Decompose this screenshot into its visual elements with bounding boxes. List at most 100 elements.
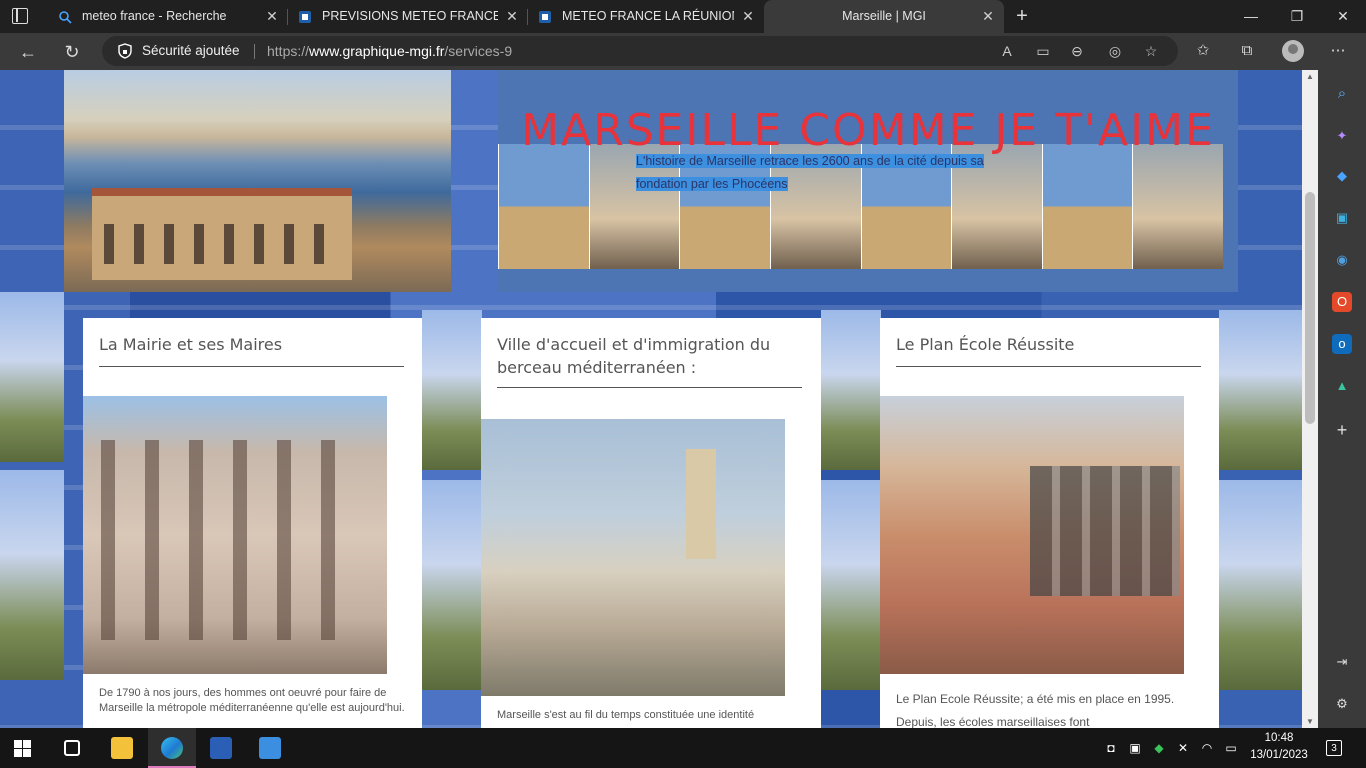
title-divider	[99, 366, 404, 367]
site-title: MARSEILLE COMME JE T'AIME	[521, 105, 1215, 157]
background-tile	[422, 480, 482, 690]
search-icon	[59, 11, 72, 24]
title-divider	[896, 366, 1201, 367]
mosaic-photo	[1132, 144, 1223, 269]
split-screen-icon[interactable]: ⇥	[1332, 652, 1352, 672]
collections-icon[interactable]: ⧉	[1236, 40, 1258, 62]
edge-sidebar: ⌕ ✦ ◆ ▣ ◉ O o ▲ + ⇥ ⚙	[1318, 70, 1366, 728]
back-button[interactable]: ←	[14, 39, 42, 65]
new-tab-button[interactable]: +	[1010, 4, 1034, 28]
card-plan-ecole: Le Plan École Réussite Le Plan Ecole Réu…	[880, 318, 1219, 728]
card-mairie: La Mairie et ses Maires De 1790 à nos jo…	[83, 318, 422, 728]
tab-previsions[interactable]: PREVISIONS METEO FRANCE - Si ✕	[288, 0, 528, 33]
device-icon[interactable]: ▣	[1127, 740, 1143, 756]
tab-meteo-search[interactable]: meteo france - Recherche ✕	[48, 0, 288, 33]
start-icon[interactable]	[14, 740, 31, 757]
mail-button[interactable]	[246, 728, 294, 768]
favorites-icon[interactable]: ✩	[1192, 40, 1214, 62]
tab-meteo-reunion[interactable]: METEO FRANCE LA RÉUNION pa ✕	[528, 0, 764, 33]
tab-marseille-mgi[interactable]: Marseille | MGI ✕	[764, 0, 1004, 33]
file-explorer-button[interactable]	[98, 728, 146, 768]
zoom-out-icon[interactable]: ⊖	[1068, 42, 1086, 60]
url-domain: www.graphique-mgi.fr	[309, 43, 445, 59]
mosaic-photo	[1041, 144, 1133, 269]
mail-icon	[259, 737, 281, 759]
shopping-tag-icon[interactable]: ◆	[1332, 166, 1352, 186]
photo-ecole-reussite[interactable]	[880, 396, 1184, 674]
background-tile	[1219, 480, 1302, 690]
tab-close-icon[interactable]: ✕	[264, 0, 280, 33]
page-scrollbar[interactable]: ▲ ▼	[1302, 70, 1318, 728]
title-divider	[497, 387, 802, 388]
security-label[interactable]: Sécurité ajoutée	[142, 36, 240, 66]
edge-icon	[161, 737, 183, 759]
mosaic-photo	[498, 144, 589, 269]
outlook-icon[interactable]: o	[1332, 334, 1352, 354]
tab-close-icon[interactable]: ✕	[504, 0, 520, 33]
add-icon[interactable]: +	[1332, 420, 1352, 440]
notification-center-icon[interactable]: 3	[1326, 740, 1342, 756]
drop-icon[interactable]: ▲	[1332, 376, 1352, 396]
background-tile	[1219, 310, 1302, 470]
card-title: Ville d'accueil et d'immigration du berc…	[497, 335, 771, 377]
background-tile	[0, 470, 64, 680]
card-title: Le Plan École Réussite	[896, 335, 1075, 354]
close-window-button[interactable]: ✕	[1320, 0, 1366, 33]
wifi-icon[interactable]: ◠	[1199, 740, 1215, 756]
site-subtitle: L'histoire de Marseille retrace les 2600…	[636, 150, 1008, 196]
address-separator	[254, 44, 255, 59]
profile-avatar[interactable]	[1282, 40, 1304, 62]
web-page: MARSEILLE COMME JE T'AIME L'histoire de …	[0, 70, 1302, 728]
card-text: Le Plan Ecole Réussite; a été mis en pla…	[896, 692, 1175, 728]
address-bar[interactable]: Sécurité ajoutée https://www.graphique-m…	[102, 36, 1178, 66]
tools-icon[interactable]: ▣	[1332, 208, 1352, 228]
background-tile	[0, 292, 64, 462]
tab-close-icon[interactable]: ✕	[980, 0, 996, 33]
card-title: La Mairie et ses Maires	[99, 335, 283, 354]
games-icon[interactable]: ◉	[1332, 250, 1352, 270]
refresh-button[interactable]: ↻	[58, 39, 86, 65]
office-icon[interactable]: O	[1332, 292, 1352, 312]
security-shield-icon[interactable]: ◆	[1151, 740, 1167, 756]
edge-button[interactable]	[148, 728, 196, 768]
card-text: De 1790 à nos jours, des hommes ont oeuv…	[99, 687, 405, 714]
background-tile	[422, 310, 482, 470]
immersive-reader-icon[interactable]: ▭	[1034, 42, 1052, 60]
card-immigration: Ville d'accueil et d'immigration du berc…	[481, 318, 821, 728]
search-icon[interactable]: ⌕	[1332, 84, 1352, 104]
settings-icon[interactable]: ⚙	[1332, 694, 1352, 714]
folder-icon	[111, 737, 133, 759]
header-photo-old-port	[64, 70, 451, 292]
background-tile	[821, 310, 881, 470]
tab-title: Marseille | MGI	[842, 9, 926, 23]
add-favorite-icon[interactable]: ☆	[1142, 42, 1160, 60]
photo-hotel-de-ville[interactable]	[83, 396, 387, 674]
minimize-button[interactable]: —	[1228, 0, 1274, 33]
settings-more-icon[interactable]: ⋯	[1327, 40, 1349, 62]
volume-muted-icon[interactable]: ✕	[1175, 740, 1191, 756]
battery-icon[interactable]: ▭	[1223, 740, 1239, 756]
taskbar-clock[interactable]: 10:48 13/01/2023	[1244, 730, 1314, 764]
photo-notre-dame-de-la-garde[interactable]	[481, 419, 785, 696]
task-view-icon	[64, 740, 80, 756]
meteo-site-icon	[539, 11, 551, 23]
camera-icon[interactable]: ◘	[1103, 740, 1119, 756]
shield-lock-icon[interactable]	[118, 43, 132, 59]
word-button[interactable]	[197, 728, 245, 768]
tracking-prevention-icon[interactable]: ◎	[1106, 42, 1124, 60]
url-text[interactable]: https://www.graphique-mgi.fr/services-9	[267, 36, 512, 66]
tab-title: meteo france - Recherche	[82, 9, 227, 23]
maximize-button[interactable]: ❐	[1274, 0, 1320, 33]
tab-actions-icon[interactable]	[12, 8, 28, 24]
background-tile	[821, 480, 881, 690]
photo-building	[92, 188, 352, 280]
tab-close-icon[interactable]: ✕	[740, 0, 756, 33]
discover-icon[interactable]: ✦	[1332, 126, 1352, 146]
scrollbar-thumb[interactable]	[1305, 192, 1315, 424]
read-aloud-icon[interactable]: A	[998, 42, 1016, 60]
clock-date: 13/01/2023	[1250, 749, 1308, 761]
scroll-down-icon[interactable]: ▼	[1302, 717, 1318, 726]
header-banner: MARSEILLE COMME JE T'AIME L'histoire de …	[498, 70, 1238, 292]
scroll-up-icon[interactable]: ▲	[1302, 72, 1318, 81]
task-view-button[interactable]	[48, 728, 96, 768]
